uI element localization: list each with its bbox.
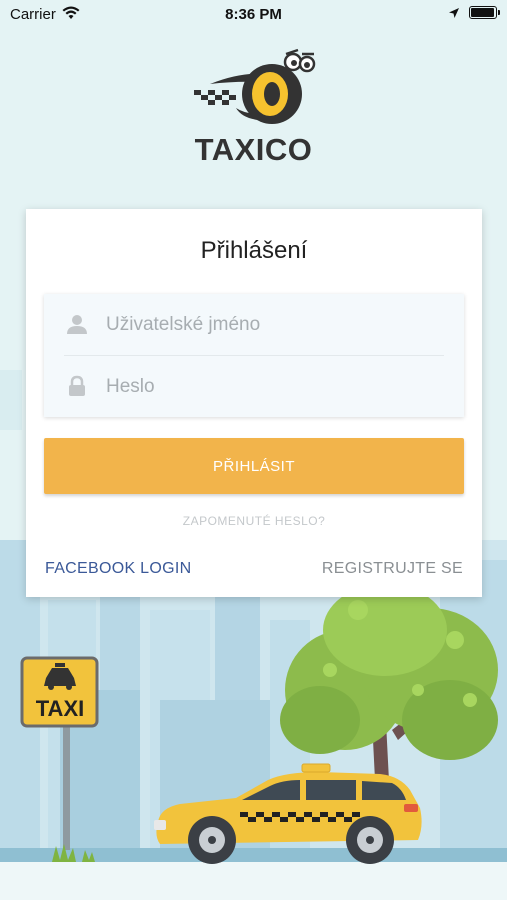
login-title: Přihlášení <box>200 237 308 264</box>
clock: 8:36 PM <box>225 6 282 23</box>
password-field <box>44 356 464 416</box>
login-card: Přihlášení PŘIHLÁSIT ZAPOMENUTÉ HESLO? F… <box>26 209 482 597</box>
login-screen: TAXI Carrier 8:36 PM TAXICO Přihlášení U… <box>0 0 507 900</box>
lock-icon <box>69 375 85 396</box>
battery-icon <box>469 6 500 19</box>
location-arrow-icon <box>449 8 459 18</box>
register-link[interactable]: REGISTRUJTE SE <box>322 560 463 578</box>
credentials-fields <box>44 294 464 417</box>
user-icon <box>67 315 87 334</box>
forgot-password-link[interactable]: ZAPOMENUTÉ HESLO? <box>26 514 482 528</box>
username-input[interactable] <box>104 307 448 343</box>
brand-name: TAXICO <box>194 132 313 167</box>
facebook-login-link[interactable]: FACEBOOK LOGIN <box>45 560 191 578</box>
password-input[interactable] <box>104 369 448 405</box>
username-field <box>44 294 464 354</box>
taxi-sign-text: TAXI <box>36 696 84 721</box>
status-bar: Carrier 8:36 PM <box>0 0 507 28</box>
login-button[interactable]: PŘIHLÁSIT <box>44 438 464 494</box>
